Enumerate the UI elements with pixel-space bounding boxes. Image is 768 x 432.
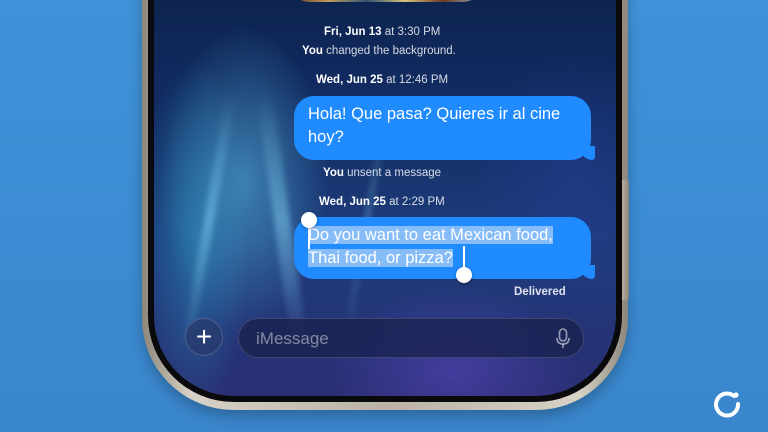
message-input-placeholder: iMessage: [256, 329, 329, 348]
wallpaper-light-streak: [181, 91, 237, 349]
bubble-tail: [581, 265, 595, 279]
timestamp-time: at 2:29 PM: [385, 196, 445, 208]
status-actor: You: [302, 45, 323, 57]
selection-start-stem: [308, 225, 310, 249]
selection-end-handle[interactable]: [456, 267, 472, 283]
selection-start-handle[interactable]: [301, 212, 317, 228]
plus-button-label: +: [195, 321, 213, 352]
brand-logo-icon: [714, 391, 741, 418]
messages-screen: Fri, Jun 13 at 3:30 PM You changed the b…: [154, 0, 616, 396]
sent-message-bubble[interactable]: Hola! Que pasa? Quieres ir al cine hoy?: [294, 96, 595, 160]
timestamp-time: at 12:46 PM: [382, 74, 449, 86]
timestamp-day: Fri, Jun 13: [324, 26, 382, 38]
timestamp-day: Wed, Jun 25: [319, 196, 386, 208]
timestamp: Wed, Jun 25 at 2:29 PM: [319, 196, 445, 208]
unsent-message-notice: You unsent a message: [323, 167, 441, 179]
sent-message-bubble-selected[interactable]: Do you want to eat Mexican food, Thai fo…: [294, 217, 595, 279]
timestamp-time: at 3:30 PM: [381, 26, 441, 38]
selected-message-text[interactable]: Do you want to eat Mexican food, Thai fo…: [308, 226, 553, 267]
microphone-icon[interactable]: [555, 328, 571, 350]
timestamp: Wed, Jun 25 at 12:46 PM: [316, 74, 448, 86]
message-text: Hola! Que pasa? Quieres ir al cine hoy?: [308, 105, 561, 146]
bubble-tail: [581, 146, 595, 160]
status-text: unsent a message: [343, 167, 442, 179]
timestamp-day: Wed, Jun 25: [316, 74, 383, 86]
selection-end-stem: [463, 246, 465, 268]
phone-side-button: [622, 180, 629, 300]
status-actor: You: [323, 167, 344, 179]
message-input[interactable]: iMessage: [238, 318, 584, 358]
delivery-status: Delivered: [514, 286, 566, 298]
plus-icon[interactable]: +: [185, 318, 223, 356]
background-changed-notice: You changed the background.: [302, 45, 456, 57]
status-text: changed the background.: [322, 45, 456, 57]
timestamp: Fri, Jun 13 at 3:30 PM: [324, 26, 440, 38]
background-photo-preview[interactable]: [291, 0, 481, 2]
